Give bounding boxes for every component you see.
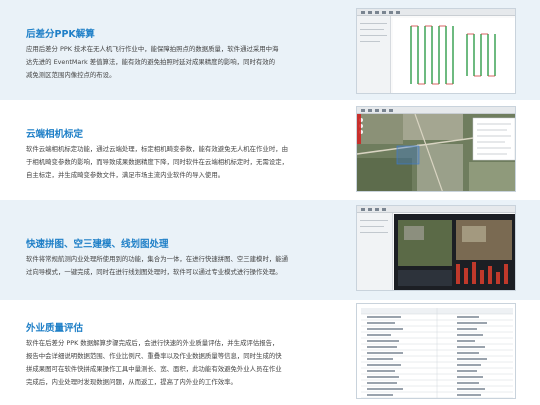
- section-body: 应用后差分 PPK 技术在无人机飞行作业中，能保障拍照点的数据质量，软件通过采用…: [26, 43, 346, 82]
- section-camera-calibration: 云端相机标定 软件云端相机标定功能，通过云端处理，标定相机畸变参数，能有效避免无…: [26, 126, 346, 182]
- quality-report-screenshot: [356, 303, 516, 399]
- calibration-software-screenshot: [356, 106, 516, 192]
- section-ppk: 后差分PPK解算 应用后差分 PPK 技术在无人机飞行作业中，能保障拍照点的数据…: [26, 26, 346, 82]
- toolbar: [357, 9, 515, 16]
- section-title: 外业质量评估: [26, 323, 84, 334]
- section-body: 软件云端相机标定功能，通过云端处理，标定相机畸变参数，能有效避免无人机在作业时，…: [26, 143, 346, 182]
- report-table: [357, 304, 515, 398]
- modeling-software-screenshot: [356, 205, 516, 291]
- body-line: 过向导模式，一键完成，同时在进行线划图处理时，软件可以通过专业模式进行操作处理。: [26, 268, 282, 276]
- body-line: 拼成果图可在软件快拼成果操作工具中量测长、宽、面积，此功能有效避免外业人员在作业: [26, 365, 282, 373]
- section-title: 云端相机标定: [26, 129, 84, 140]
- body-line: 软件云端相机标定功能，通过云端处理，标定相机畸变参数，能有效避免无人机在作业时，…: [26, 145, 289, 153]
- body-line: 自主标定，并生成畸变参数文件，满足市场主流内业软件的导入使用。: [26, 171, 225, 179]
- section-title: 快速拼图、空三建模、线划图处理: [26, 239, 169, 250]
- body-line: 达先进的 EventMark 差值算法，能有效的避免拍照时延对成果精度的影响，同…: [26, 58, 276, 66]
- file-panel: [357, 16, 391, 93]
- body-line: 于相机畸变参数的影响，而导致成果数据精度下降，同时软件在云端相机标定时，无需设定…: [26, 158, 289, 166]
- body-line: 软件将常规航测内业处理所使用到的功能，集合为一体，在进行快速拼图、空三建模时，能…: [26, 255, 289, 263]
- section-quality-assessment: 外业质量评估 软件在后差分 PPK 数据解算步骤完成后，会进行快速的外业质量评估…: [26, 320, 346, 389]
- ppk-software-screenshot: [356, 8, 516, 94]
- section-mosaic-modeling: 快速拼图、空三建模、线划图处理 软件将常规航测内业处理所使用到的功能，集合为一体…: [26, 236, 346, 279]
- body-line: 减免测区范围内像控点的布设。: [26, 71, 116, 79]
- section-body: 软件在后差分 PPK 数据解算步骤完成后，会进行快速的外业质量评估，并生成评估报…: [26, 337, 346, 389]
- model-viewport: [394, 214, 515, 290]
- section-body: 软件将常规航测内业处理所使用到的功能，集合为一体，在进行快速拼图、空三建模时，能…: [26, 253, 346, 279]
- flight-path-plot: [393, 18, 515, 93]
- toolbar: [357, 206, 515, 213]
- section-title: 后差分PPK解算: [26, 29, 95, 40]
- body-line: 完成后，内业处理时发现数据问题，从而返工，提高了内外业的工作效率。: [26, 378, 237, 386]
- layer-panel: [357, 213, 393, 290]
- body-line: 应用后差分 PPK 技术在无人机飞行作业中，能保障拍照点的数据质量，软件通过采用…: [26, 45, 279, 53]
- body-line: 报告中会详细说明数据范围、作业比例尺、重叠率以及作业数据质量等信息，同时生成的快: [26, 352, 282, 360]
- toolbar: [357, 107, 515, 114]
- body-line: 软件在后差分 PPK 数据解算步骤完成后，会进行快速的外业质量评估，并生成评估报…: [26, 339, 279, 347]
- satellite-map: [357, 114, 515, 191]
